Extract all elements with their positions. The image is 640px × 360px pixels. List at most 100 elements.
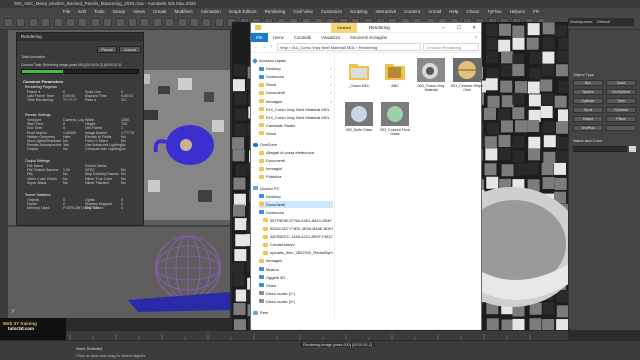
toolbar-button[interactable] xyxy=(53,18,63,27)
menu-item[interactable]: Modifiers xyxy=(172,8,196,16)
tab-view[interactable]: Visualizza xyxy=(316,33,345,42)
folder-thumbnail[interactable] xyxy=(345,58,373,82)
menu-item[interactable]: Helpers xyxy=(507,8,529,16)
nav-item[interactable]: Rete xyxy=(253,309,333,316)
address-bar[interactable]: Vray › 014_Corso Vray Next Materiali MDL… xyxy=(276,43,422,51)
nav-item[interactable]: 014_Corso Vray Next Materiali MDL xyxy=(259,106,333,113)
nav-item[interactable]: Disco locale (C:) xyxy=(259,290,333,297)
pause-button[interactable]: Pause xyxy=(97,46,117,53)
nav-item[interactable]: CreateHolesV xyxy=(263,241,333,248)
create-object-button[interactable] xyxy=(606,125,636,131)
menu-item[interactable]: TyFlow xyxy=(484,8,504,16)
create-object-button[interactable]: Cylinder xyxy=(573,98,603,104)
nav-item[interactable]: Cambiale Studio xyxy=(259,122,333,129)
search-input[interactable]: Cerca in Rendering xyxy=(423,43,479,51)
toolbar-button[interactable] xyxy=(103,18,113,27)
menu-item[interactable]: Chaos xyxy=(463,8,482,16)
image-thumbnail[interactable] xyxy=(345,102,373,126)
nav-item[interactable]: A8795EEC-1448-4221-8E0F-FADC.. xyxy=(263,233,333,240)
toolbar-button[interactable] xyxy=(177,18,187,27)
object-color-swatch[interactable] xyxy=(629,146,636,152)
file-name-label[interactable]: ABC xyxy=(378,84,412,88)
create-object-button[interactable]: Box xyxy=(573,80,603,86)
toolbar-button[interactable] xyxy=(214,18,224,27)
toolbar-button[interactable] xyxy=(128,18,137,27)
maximize-icon[interactable]: ☐ xyxy=(457,23,461,33)
file-name-label[interactable]: 000_Chaos Vray Material xyxy=(414,84,448,92)
nav-item[interactable]: Accesso rapido xyxy=(252,57,333,64)
nav-item[interactable]: Allegati di posta elettronica xyxy=(259,149,333,156)
nav-item[interactable]: Oggetti 3D xyxy=(259,274,333,281)
timeline-slider[interactable] xyxy=(0,330,568,341)
toolbar-button[interactable] xyxy=(190,18,199,27)
nav-item[interactable]: Musica xyxy=(259,266,333,273)
toolbar-button[interactable] xyxy=(28,18,38,27)
menu-item[interactable]: Content xyxy=(401,8,423,16)
nav-item[interactable]: Shoot ✓ xyxy=(259,81,333,88)
up-icon[interactable]: ↑ xyxy=(269,43,275,51)
create-object-button[interactable]: Cone xyxy=(606,80,636,86)
tab-file[interactable]: File xyxy=(251,33,268,42)
toolbar-button[interactable] xyxy=(140,18,150,27)
file-name-label[interactable]: 003_Colored Floré Glass xyxy=(378,128,412,136)
menu-item[interactable]: Rendering xyxy=(262,8,289,16)
create-object-button[interactable]: Plane xyxy=(606,116,636,122)
nav-item[interactable]: Documenti ✓ xyxy=(259,89,333,96)
breadcrumb-rendering[interactable]: Rendering xyxy=(359,45,377,50)
create-object-button[interactable]: Pyramid xyxy=(606,107,636,113)
menu-item[interactable]: Views xyxy=(130,8,148,16)
minimize-icon[interactable]: ─ xyxy=(442,23,445,33)
nav-item[interactable]: uploads_files_2822920_RadialSym xyxy=(263,249,333,256)
menu-item[interactable]: Customize xyxy=(318,8,345,16)
image-thumbnail[interactable] xyxy=(453,58,481,82)
nav-item[interactable]: Questo PC xyxy=(253,185,333,192)
nav-item[interactable]: Wood xyxy=(259,130,333,137)
menu-item[interactable]: Interactive xyxy=(373,8,400,16)
create-object-button[interactable]: Tube xyxy=(606,98,636,104)
menu-item[interactable]: Help xyxy=(446,8,461,16)
nav-item[interactable]: Desktop ✓ xyxy=(259,65,333,72)
nav-item[interactable]: Pubblica xyxy=(259,173,333,180)
menu-item[interactable]: Civil View xyxy=(290,8,315,16)
nav-item[interactable]: 5226C4D7-F4ED-4E09-B4AE-8DE9.. xyxy=(263,225,333,232)
nav-item[interactable]: Immagini xyxy=(259,257,333,264)
toolbar-button[interactable] xyxy=(152,18,162,27)
toolbar-button[interactable] xyxy=(66,18,75,27)
tab-share[interactable]: Condividi xyxy=(289,33,316,42)
object-name-field[interactable] xyxy=(573,146,627,152)
nav-item[interactable]: 014_Corso Vray Next Materiali MDL xyxy=(259,114,333,121)
manage-tool-tab[interactable]: Gestisci xyxy=(331,23,358,33)
menu-item[interactable]: Tools xyxy=(91,8,108,16)
nav-item[interactable]: OneDrive xyxy=(253,141,333,148)
create-object-button[interactable]: Torus xyxy=(573,107,603,113)
nav-item[interactable]: Immagini ✓ xyxy=(259,98,333,105)
image-thumbnail[interactable] xyxy=(417,58,445,82)
folder-thumbnail[interactable] xyxy=(381,58,409,82)
nav-item[interactable]: Immagini xyxy=(259,165,333,172)
toolbar-button[interactable] xyxy=(16,18,26,27)
toolbar-button[interactable] xyxy=(115,18,125,27)
nav-item[interactable]: Documenti xyxy=(259,157,333,164)
nav-item[interactable]: Disco locale (D:) xyxy=(259,298,333,305)
menu-item[interactable]: Scripting xyxy=(347,8,371,16)
image-thumbnail[interactable] xyxy=(381,102,409,126)
toolbar-button[interactable] xyxy=(4,18,13,27)
nav-item[interactable]: 567F5E9E-E79A-4461-A810-2B4F.. xyxy=(263,217,333,224)
menu-item[interactable]: File xyxy=(60,8,73,16)
menu-item[interactable]: Create xyxy=(150,8,170,16)
nav-item[interactable]: Documenti xyxy=(259,200,333,208)
create-object-button[interactable]: TextPlus xyxy=(573,125,603,131)
menu-item[interactable]: Edit xyxy=(75,8,89,16)
create-object-button[interactable]: Sphere xyxy=(573,89,603,95)
nav-item[interactable]: Download xyxy=(259,209,333,216)
help-icon[interactable]: ? xyxy=(475,33,477,42)
toolbar-button[interactable] xyxy=(78,18,88,27)
nav-item[interactable]: Desktop xyxy=(259,193,333,200)
cancel-button[interactable]: Cancel xyxy=(119,46,141,53)
tab-picture-tools[interactable]: Strumenti immagine xyxy=(345,33,392,42)
forward-icon[interactable]: → xyxy=(261,43,267,51)
tab-home[interactable]: Home xyxy=(268,33,289,42)
toolbar-button[interactable] xyxy=(90,18,100,27)
menu-item[interactable]: FR xyxy=(530,8,542,16)
menu-item[interactable]: Animation xyxy=(198,8,224,16)
